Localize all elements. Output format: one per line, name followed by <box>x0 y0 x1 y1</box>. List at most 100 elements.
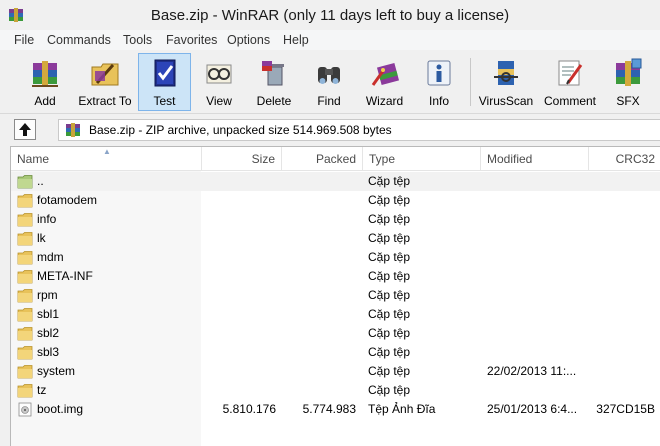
file-crc32 <box>589 229 655 248</box>
find-label: Find <box>317 94 341 108</box>
menu-help[interactable]: Help <box>283 30 309 50</box>
column-type-label: Type <box>369 152 396 166</box>
file-type: Cặp tệp <box>368 269 411 283</box>
file-name: fotamodem <box>37 193 98 207</box>
file-name: META-INF <box>37 269 93 283</box>
file-modified <box>487 286 587 305</box>
file-name: .. <box>37 174 44 188</box>
column-type[interactable]: Type <box>363 147 481 171</box>
file-modified <box>487 343 587 362</box>
column-crc32[interactable]: CRC32 <box>589 147 660 171</box>
info-button[interactable]: Info <box>415 53 463 111</box>
sfx-button[interactable]: SFX <box>604 53 652 111</box>
file-row[interactable]: fotamodem Cặp tệp <box>11 191 660 210</box>
column-size[interactable]: Size <box>202 147 282 171</box>
file-packed <box>282 229 356 248</box>
archive-books-icon <box>32 61 58 87</box>
column-name-label: Name <box>17 152 50 166</box>
file-size <box>202 191 276 210</box>
file-crc32 <box>589 172 655 191</box>
menu-commands[interactable]: Commands <box>47 30 111 50</box>
column-packed-label: Packed <box>315 152 356 166</box>
view-button[interactable]: View <box>194 53 244 111</box>
column-modified-label: Modified <box>487 152 533 166</box>
file-crc32 <box>589 343 655 362</box>
file-modified <box>487 172 587 191</box>
find-button[interactable]: Find <box>304 53 354 111</box>
file-type: Cặp tệp <box>368 383 411 397</box>
extract-to-button[interactable]: Extract To <box>75 53 135 111</box>
file-type: Cặp tệp <box>368 364 411 378</box>
file-packed <box>282 267 356 286</box>
virusscan-button[interactable]: VirusScan <box>476 53 536 111</box>
menu-favorites[interactable]: Favorites <box>166 30 217 50</box>
test-label: Test <box>153 94 176 108</box>
file-row[interactable]: sbl3 Cặp tệp <box>11 343 660 362</box>
delete-button[interactable]: Delete <box>247 53 301 111</box>
file-row[interactable]: lk Cặp tệp <box>11 229 660 248</box>
file-packed <box>282 286 356 305</box>
add-button[interactable]: Add <box>18 53 72 111</box>
file-modified <box>487 324 587 343</box>
test-button[interactable]: Test <box>138 53 191 111</box>
file-row[interactable]: META-INF Cặp tệp <box>11 267 660 286</box>
file-row[interactable]: sbl1 Cặp tệp <box>11 305 660 324</box>
column-packed[interactable]: Packed <box>282 147 363 171</box>
file-crc32 <box>589 286 655 305</box>
file-size <box>202 229 276 248</box>
menu-tools[interactable]: Tools <box>123 30 152 50</box>
file-crc32 <box>589 248 655 267</box>
menu-options[interactable]: Options <box>227 30 270 50</box>
view-label: View <box>206 94 232 108</box>
folder-icon <box>17 232 33 246</box>
toolbar-separator <box>470 58 471 106</box>
file-name: mdm <box>37 250 64 264</box>
comment-icon <box>558 60 583 86</box>
file-row[interactable]: mdm Cặp tệp <box>11 248 660 267</box>
column-modified[interactable]: Modified <box>481 147 589 171</box>
file-type: Cặp tệp <box>368 174 411 188</box>
file-type: Cặp tệp <box>368 326 411 340</box>
file-name: sbl3 <box>37 345 60 359</box>
file-modified <box>487 381 587 400</box>
file-type: Cặp tệp <box>368 212 411 226</box>
file-row[interactable]: .. Cặp tệp <box>11 172 660 191</box>
file-crc32 <box>589 210 655 229</box>
file-name: sbl1 <box>37 307 60 321</box>
file-row[interactable]: tz Cặp tệp <box>11 381 660 400</box>
file-crc32 <box>589 381 655 400</box>
file-modified <box>487 229 587 248</box>
toolbar: Add Extract To Test View Delete Find Wiz… <box>0 50 660 114</box>
file-row[interactable]: system Cặp tệp 22/02/2013 11:... <box>11 362 660 381</box>
file-modified <box>487 248 587 267</box>
archive-path-field[interactable]: Base.zip - ZIP archive, unpacked size 51… <box>58 119 660 141</box>
file-name: system <box>37 364 76 378</box>
menu-bar: File Commands Tools Favorites Options He… <box>0 30 660 50</box>
file-size <box>202 324 276 343</box>
wizard-button[interactable]: Wizard <box>357 53 412 111</box>
binoculars-icon <box>318 67 340 84</box>
up-one-level-button[interactable] <box>14 119 36 140</box>
file-list[interactable]: Name ▲ Size Packed Type Modified CRC32 .… <box>10 146 660 446</box>
file-name: sbl2 <box>37 326 60 340</box>
extract-to-label: Extract To <box>78 94 132 108</box>
file-row[interactable]: info Cặp tệp <box>11 210 660 229</box>
window-title: Base.zip - WinRAR (only 11 days left to … <box>150 7 510 24</box>
up-arrow-icon <box>19 123 31 136</box>
test-book-icon <box>154 59 175 87</box>
folder-icon <box>17 289 33 303</box>
add-label: Add <box>34 94 56 108</box>
file-row[interactable]: sbl2 Cặp tệp <box>11 324 660 343</box>
comment-button[interactable]: Comment <box>539 53 601 111</box>
title-bar: Base.zip - WinRAR (only 11 days left to … <box>0 0 660 30</box>
file-row[interactable]: rpm Cặp tệp <box>11 286 660 305</box>
sfx-label: SFX <box>616 94 640 108</box>
file-row[interactable]: boot.img 5.810.176 5.774.983 Tệp Ảnh Đĩa 25/… <box>11 400 660 419</box>
column-header-row: Name ▲ Size Packed Type Modified CRC32 <box>11 147 660 171</box>
folder-icon <box>17 327 33 341</box>
folder-icon <box>17 365 33 379</box>
file-size <box>202 172 276 191</box>
file-crc32 <box>589 191 655 210</box>
menu-file[interactable]: File <box>14 30 34 50</box>
file-modified: 25/01/2013 6:4... <box>487 402 578 416</box>
